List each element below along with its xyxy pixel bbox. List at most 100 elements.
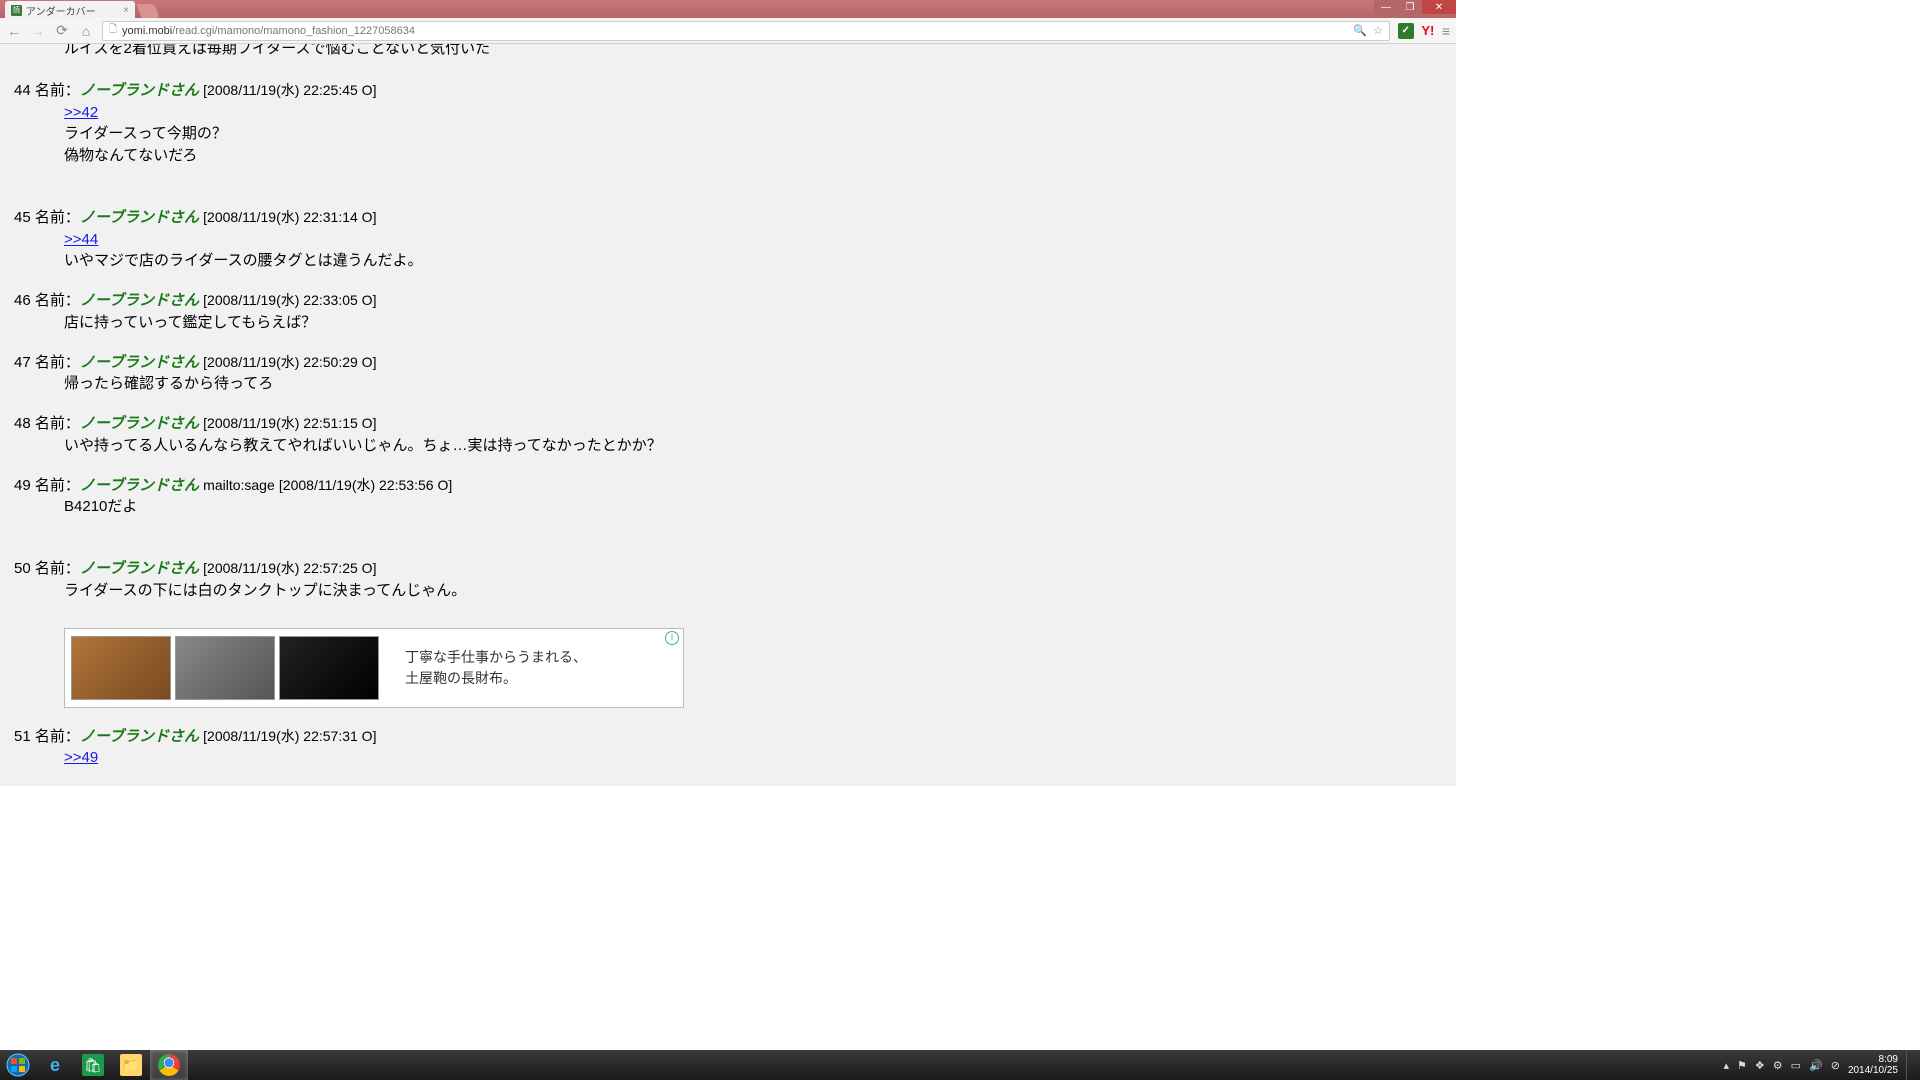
- post-header: 49 名前：ノーブランドさん mailto:sage [2008/11/19(水…: [14, 475, 1456, 497]
- taskbar-explorer[interactable]: 📁: [112, 1050, 150, 1080]
- tray-security-icon[interactable]: ❖: [1755, 1059, 1765, 1072]
- post-timestamp: [2008/11/19(水) 22:57:25 O]: [203, 560, 376, 576]
- ad-info-icon[interactable]: i: [665, 631, 679, 645]
- back-button[interactable]: ←: [6, 23, 22, 39]
- show-desktop-button[interactable]: [1906, 1050, 1914, 1080]
- thread-post: 46 名前：ノーブランドさん [2008/11/19(水) 22:33:05 O…: [14, 290, 1456, 334]
- post-name-label: 名前：: [35, 560, 80, 577]
- advertisement-banner[interactable]: 丁寧な手仕事からうまれる、土屋鞄の長財布。i: [64, 628, 684, 708]
- tab-close-icon[interactable]: ×: [123, 5, 129, 16]
- post-header: 48 名前：ノーブランドさん [2008/11/19(水) 22:51:15 O…: [14, 413, 1456, 435]
- post-number: 50: [14, 560, 31, 577]
- ie-icon: e: [44, 1054, 66, 1076]
- post-timestamp: [2008/11/19(水) 22:25:45 O]: [203, 82, 376, 98]
- post-body: B4210だよ: [64, 496, 1456, 518]
- post-body: >>49: [64, 747, 1456, 769]
- post-header: 50 名前：ノーブランドさん [2008/11/19(水) 22:57:25 O…: [14, 558, 1456, 580]
- post-header: 47 名前：ノーブランドさん [2008/11/19(水) 22:50:29 O…: [14, 352, 1456, 374]
- post-body: >>42ライダースって今期の？偽物なんてないだろ: [64, 102, 1456, 167]
- post-body: >>44いやマジで店のライダースの腰タグとは違うんだよ。: [64, 229, 1456, 273]
- browser-tab-active[interactable]: 読 アンダーカバー ×: [5, 1, 135, 18]
- post-body: いや持ってる人いるんなら教えてやればいいじゃん。ちょ…実は持ってなかったとかか？: [64, 435, 1456, 457]
- thread-post: 47 名前：ノーブランドさん [2008/11/19(水) 22:50:29 O…: [14, 352, 1456, 396]
- ad-image: [175, 636, 275, 700]
- ad-line1: 丁寧な手仕事からうまれる、: [405, 647, 587, 668]
- browser-tabs: 読 アンダーカバー ×: [0, 0, 157, 18]
- post-timestamp: [2008/11/19(水) 22:31:14 O]: [203, 209, 376, 225]
- url-host: yomi.mobi: [122, 25, 172, 37]
- post-name-label: 名前：: [35, 415, 80, 432]
- post-header: 51 名前：ノーブランドさん [2008/11/19(水) 22:57:31 O…: [14, 726, 1456, 748]
- post-number: 48: [14, 415, 31, 432]
- tray-show-hidden-icon[interactable]: ▴: [1723, 1059, 1729, 1072]
- extension-icons: ✓ Y! ≡: [1398, 23, 1450, 39]
- window-minimize-button[interactable]: —: [1374, 0, 1398, 14]
- thread-post: 44 名前：ノーブランドさん [2008/11/19(水) 22:25:45 O…: [14, 80, 1456, 167]
- tray-flag-icon[interactable]: ⚑: [1737, 1059, 1747, 1072]
- post-header: 46 名前：ノーブランドさん [2008/11/19(水) 22:33:05 O…: [14, 290, 1456, 312]
- thread-post: 50 名前：ノーブランドさん [2008/11/19(水) 22:57:25 O…: [14, 558, 1456, 602]
- tray-ime-icon[interactable]: ▭: [1791, 1059, 1801, 1072]
- post-anchor-link[interactable]: >>49: [64, 749, 98, 766]
- ad-images: [65, 630, 385, 706]
- taskbar-clock[interactable]: 8:09 2014/10/25: [1848, 1054, 1898, 1077]
- post-author: ノーブランドさん: [80, 728, 199, 745]
- post-author: ノーブランドさん: [80, 354, 199, 371]
- bookmark-star-icon[interactable]: ☆: [1373, 24, 1383, 37]
- browser-toolbar: ← → ⟳ ⌂ 🗋 yomi.mobi/read.cgi/mamono/mamo…: [0, 18, 1456, 44]
- window-controls: — ❐ ✕: [1374, 0, 1456, 18]
- post-anchor-link[interactable]: >>44: [64, 231, 98, 248]
- taskbar-chrome[interactable]: [150, 1050, 188, 1080]
- taskbar-ie[interactable]: e: [36, 1050, 74, 1080]
- post-author: ノーブランドさん: [80, 292, 199, 309]
- new-tab-button[interactable]: [136, 4, 159, 18]
- system-tray: ▴ ⚑ ❖ ⚙ ▭ 🔊 ⊘ 8:09 2014/10/25: [1723, 1050, 1920, 1080]
- post-number: 49: [14, 477, 31, 494]
- zoom-icon[interactable]: 🔍: [1353, 24, 1367, 37]
- post-timestamp: [2008/11/19(水) 22:33:05 O]: [203, 292, 376, 308]
- post-name-label: 名前：: [35, 477, 80, 494]
- chrome-menu-icon[interactable]: ≡: [1442, 23, 1450, 39]
- post-number: 46: [14, 292, 31, 309]
- post-timestamp: [2008/11/19(水) 22:51:15 O]: [203, 415, 376, 431]
- tab-title: アンダーカバー: [26, 3, 96, 18]
- post-author: ノーブランドさん: [80, 82, 199, 99]
- thread-post: 48 名前：ノーブランドさん [2008/11/19(水) 22:51:15 O…: [14, 413, 1456, 457]
- post-number: 45: [14, 209, 31, 226]
- post-mail: mailto:sage: [203, 477, 275, 493]
- post-number: 47: [14, 354, 31, 371]
- post-number: 44: [14, 82, 31, 99]
- post-name-label: 名前：: [35, 82, 80, 99]
- post-timestamp: [2008/11/19(水) 22:50:29 O]: [203, 354, 376, 370]
- thread-post: 45 名前：ノーブランドさん [2008/11/19(水) 22:31:14 O…: [14, 207, 1456, 272]
- tab-favicon: 読: [11, 5, 22, 16]
- start-button[interactable]: [0, 1050, 36, 1080]
- post-name-label: 名前：: [35, 728, 80, 745]
- tray-network-icon[interactable]: ⚙: [1773, 1059, 1783, 1072]
- clock-date: 2014/10/25: [1848, 1065, 1898, 1077]
- post-name-label: 名前：: [35, 354, 80, 371]
- clock-time: 8:09: [1848, 1054, 1898, 1066]
- address-bar[interactable]: 🗋 yomi.mobi/read.cgi/mamono/mamono_fashi…: [102, 21, 1390, 41]
- window-close-button[interactable]: ✕: [1422, 0, 1456, 14]
- tray-sync-icon[interactable]: ⊘: [1831, 1059, 1840, 1072]
- norton-extension-icon[interactable]: ✓: [1398, 23, 1414, 39]
- home-button[interactable]: ⌂: [78, 23, 94, 39]
- post-author: ノーブランドさん: [80, 415, 199, 432]
- post-number: 51: [14, 728, 31, 745]
- post-anchor-link[interactable]: >>42: [64, 104, 98, 121]
- url-path: /read.cgi/mamono/mamono_fashion_12270586…: [172, 25, 415, 37]
- ad-image: [71, 636, 171, 700]
- window-title-bar: 読 アンダーカバー × — ❐ ✕: [0, 0, 1456, 18]
- taskbar-store[interactable]: 🛍: [74, 1050, 112, 1080]
- reload-button[interactable]: ⟳: [54, 22, 70, 39]
- windows-taskbar: e 🛍 📁 ▴ ⚑ ❖ ⚙ ▭ 🔊 ⊘ 8:09 2014/10/25: [0, 1050, 1920, 1080]
- window-maximize-button[interactable]: ❐: [1398, 0, 1422, 14]
- thread-post: 49 名前：ノーブランドさん mailto:sage [2008/11/19(水…: [14, 475, 1456, 519]
- post-name-label: 名前：: [35, 292, 80, 309]
- yahoo-extension-icon[interactable]: Y!: [1420, 23, 1436, 39]
- post-header: 44 名前：ノーブランドさん [2008/11/19(水) 22:25:45 O…: [14, 80, 1456, 102]
- post-body: 店に持っていって鑑定してもらえば？: [64, 312, 1456, 334]
- tray-volume-icon[interactable]: 🔊: [1809, 1059, 1823, 1072]
- forward-button[interactable]: →: [30, 23, 46, 39]
